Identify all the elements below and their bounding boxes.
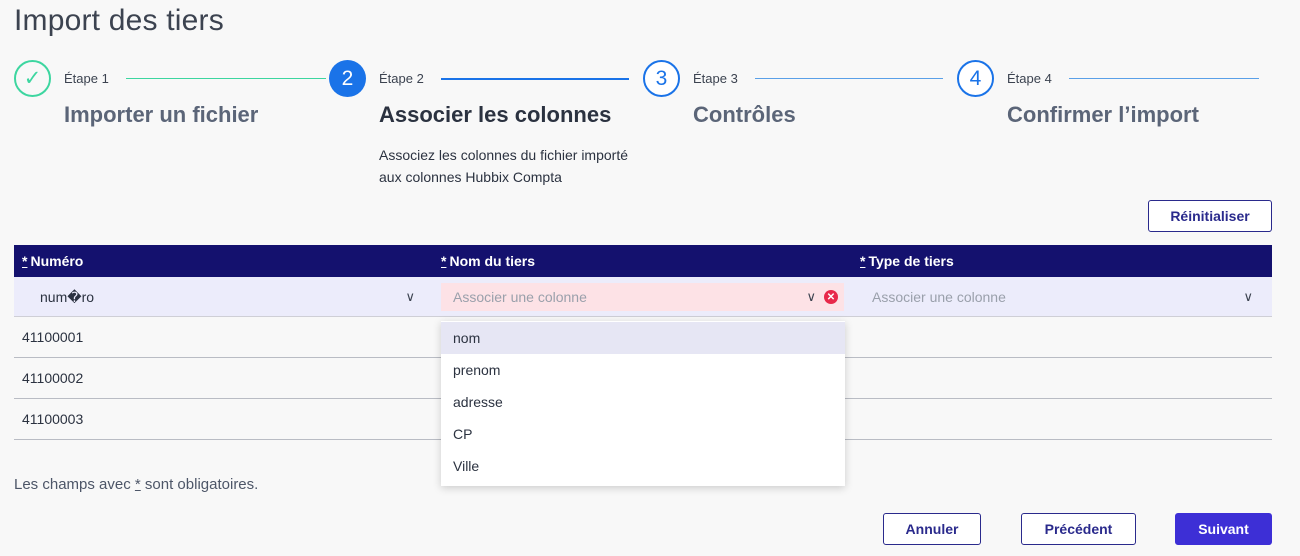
column-select-numero[interactable]: num�ro ∨ <box>22 283 425 311</box>
column-header-type: * Type de tiers <box>852 245 1271 277</box>
error-icon: ✕ <box>824 290 838 304</box>
column-header-nom: * Nom du tiers <box>433 245 852 277</box>
column-select-type[interactable]: Associer une colonne ∨ <box>860 283 1263 311</box>
select-placeholder: Associer une colonne <box>872 289 1006 305</box>
select-placeholder: Associer une colonne <box>453 289 587 305</box>
step-connector-1 <box>126 78 326 79</box>
step-connector-3 <box>755 78 943 79</box>
step-4-title: Confirmer l’import <box>1007 102 1199 127</box>
step-3-label: Étape 3 <box>693 71 738 86</box>
step-2-title: Associer les colonnes <box>379 102 612 127</box>
table-cell: 41100003 <box>22 411 84 427</box>
dropdown-option[interactable]: Ville <box>441 450 845 482</box>
next-button[interactable]: Suivant <box>1175 513 1272 545</box>
chevron-down-icon[interactable]: ∨ <box>1243 289 1253 305</box>
dropdown-option[interactable]: CP <box>441 418 845 450</box>
step-1-label: Étape 1 <box>64 71 109 86</box>
dropdown-option[interactable]: prenom <box>441 354 845 386</box>
step-4-number: 4 <box>957 60 994 97</box>
required-mark: * <box>441 253 447 269</box>
note-suffix: sont obligatoires. <box>140 476 259 493</box>
step-connector-4 <box>1069 78 1259 79</box>
dropdown-option[interactable]: nom <box>441 322 845 354</box>
table-cell: 41100002 <box>22 370 84 386</box>
chevron-down-icon[interactable]: ∨ <box>806 289 816 305</box>
check-icon: ✓ <box>14 60 51 97</box>
column-options-dropdown: nom prenom adresse CP Ville <box>441 321 845 486</box>
mapping-cell: Associer une colonne ∨ <box>852 277 1271 316</box>
step-3-title: Contrôles <box>693 102 796 127</box>
reset-button[interactable]: Réinitialiser <box>1148 200 1272 232</box>
mapping-cell: Associer une colonne ∨ ✕ <box>433 277 852 316</box>
column-header-label: Type de tiers <box>868 253 954 269</box>
step-connector-2 <box>441 78 629 80</box>
column-header-numero: * Numéro <box>14 245 433 277</box>
step-4-label: Étape 4 <box>1007 71 1052 86</box>
page-title: Import des tiers <box>14 4 224 37</box>
required-mark: * <box>860 253 866 269</box>
step-1-title: Importer un fichier <box>64 102 259 127</box>
step-3-number: 3 <box>643 60 680 97</box>
chevron-down-icon[interactable]: ∨ <box>405 289 415 305</box>
column-header-label: Nom du tiers <box>449 253 536 269</box>
column-select-nom[interactable]: Associer une colonne ∨ ✕ <box>441 283 844 311</box>
required-fields-note: Les champs avec * sont obligatoires. <box>14 476 258 493</box>
step-2-description: Associez les colonnes du fichier importé… <box>379 147 629 185</box>
select-value: num�ro <box>40 288 95 305</box>
previous-button[interactable]: Précédent <box>1021 513 1136 545</box>
required-mark: * <box>22 253 28 269</box>
step-2-label: Étape 2 <box>379 71 424 86</box>
cancel-button[interactable]: Annuler <box>883 513 981 545</box>
mapping-cell: num�ro ∨ <box>14 277 433 316</box>
column-mapping-row: num�ro ∨ Associer une colonne ∨ ✕ Associ… <box>14 277 1272 317</box>
step-2-number: 2 <box>329 60 366 97</box>
column-header-label: Numéro <box>30 253 84 269</box>
table-header: * Numéro * Nom du tiers * Type de tiers <box>14 245 1272 277</box>
note-prefix: Les champs avec <box>14 476 135 493</box>
table-cell: 41100001 <box>22 329 84 345</box>
dropdown-option[interactable]: adresse <box>441 386 845 418</box>
